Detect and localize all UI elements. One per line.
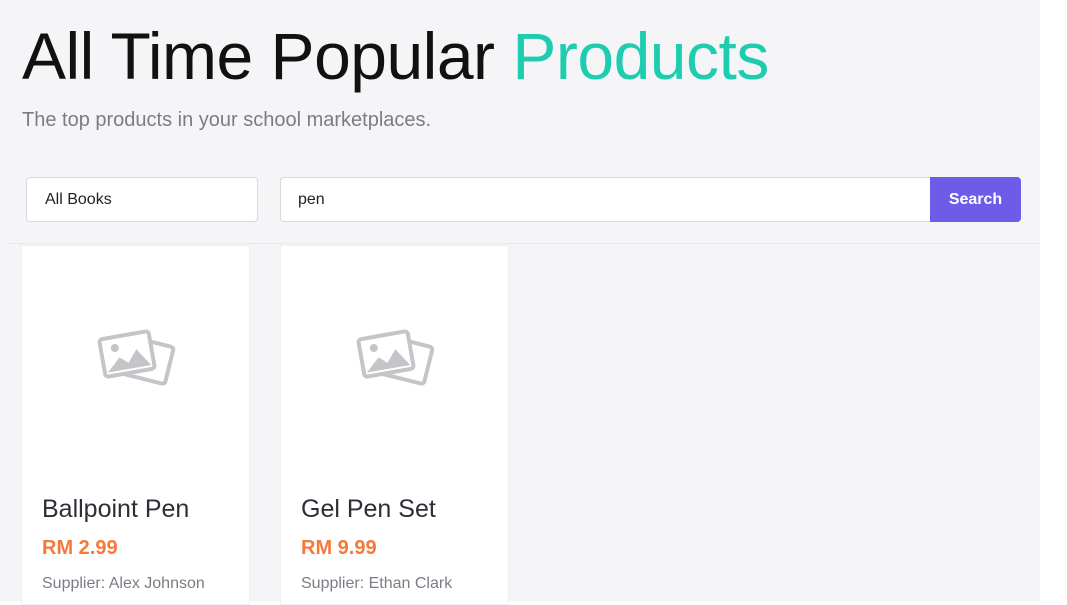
category-select[interactable]: All Books [26, 177, 258, 222]
product-price: RM 2.99 [42, 537, 118, 559]
product-supplier: Supplier: Ethan Clark [301, 575, 453, 592]
product-card[interactable]: Gel Pen Set RM 9.99 Supplier: Ethan Clar… [280, 245, 509, 605]
divider [8, 243, 1040, 244]
page-title-main: All Time Popular [22, 19, 495, 93]
product-price: RM 9.99 [301, 537, 377, 559]
product-supplier: Supplier: Alex Johnson [42, 575, 205, 592]
page-title: All Time Popular Products [22, 14, 769, 98]
product-card[interactable]: Ballpoint Pen RM 2.99 Supplier: Alex Joh… [21, 245, 250, 605]
page-title-accent: Products [512, 19, 769, 93]
product-image [22, 246, 249, 476]
product-name[interactable]: Gel Pen Set [301, 495, 436, 524]
page-subtitle: The top products in your school marketpl… [22, 109, 432, 131]
product-image [281, 246, 508, 476]
image-placeholder-icon [356, 329, 434, 386]
search-input[interactable] [280, 177, 931, 222]
page-background: All Time Popular Products The top produc… [0, 0, 1040, 605]
product-name[interactable]: Ballpoint Pen [42, 495, 189, 524]
search-button[interactable]: Search [930, 177, 1021, 222]
image-placeholder-icon [97, 329, 175, 386]
category-select-value: All Books [45, 190, 112, 208]
